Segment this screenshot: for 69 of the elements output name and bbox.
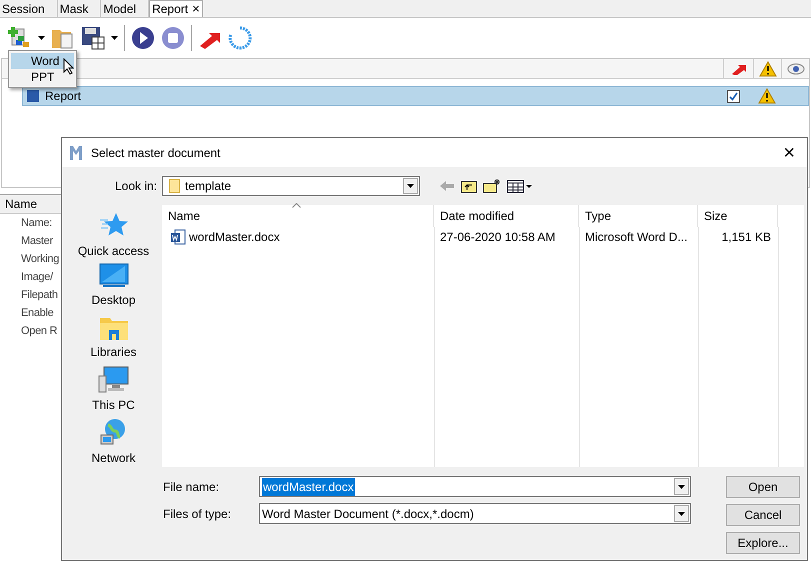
file-size: 1,151 KB	[720, 229, 772, 246]
place-item[interactable]: Quick access	[68, 212, 159, 262]
caret-icon	[678, 512, 685, 516]
tab[interactable]: Model	[101, 0, 150, 17]
app-icon	[70, 146, 82, 160]
menu-item[interactable]: PPT	[11, 69, 74, 85]
caret-icon	[678, 484, 685, 488]
property-label: Master	[20, 234, 54, 249]
file-date: 27-06-2020 10:58 AM	[439, 229, 556, 246]
check-icon	[729, 92, 738, 100]
arrow-icon	[730, 62, 746, 74]
caret-icon	[38, 36, 45, 40]
file-type-dropdown[interactable]: Word Master Document (*.docx,*.docm)	[259, 503, 691, 524]
view-menu-icon[interactable]	[507, 180, 533, 192]
new-folder-icon[interactable]	[483, 179, 501, 193]
stop-icon[interactable]	[161, 26, 185, 50]
place-item[interactable]: Desktop	[68, 263, 159, 312]
column-header: Name	[0, 195, 62, 214]
caret-icon	[111, 36, 118, 40]
close-button[interactable]: ×	[192, 0, 200, 19]
checkbox[interactable]	[727, 90, 740, 102]
folder-icon	[169, 179, 180, 193]
caret-icon	[407, 184, 414, 188]
close-button[interactable]: ×	[779, 142, 799, 162]
property-label: Filepath	[20, 288, 59, 303]
property-label: Name:	[20, 216, 53, 231]
tab[interactable]: Report ×	[149, 0, 203, 17]
file-type-label: Files of type:	[163, 506, 232, 522]
play-icon[interactable]	[131, 26, 155, 50]
dialog-title: Select master document	[91, 144, 220, 162]
dialog-button[interactable]: Explore...	[726, 532, 800, 554]
file-name-field[interactable]: wordMaster.docx	[259, 476, 691, 497]
file-name: wordMaster.docx	[189, 229, 280, 246]
tab[interactable]: Mask	[58, 0, 102, 17]
monitor-icon	[98, 263, 128, 290]
file-row[interactable]: wordMaster.docx 27-06-2020 10:58 AM Microsoft Word D... 1,151 KB	[162, 227, 804, 247]
look-in-dropdown[interactable]: template	[162, 176, 420, 196]
warning-icon	[758, 60, 776, 76]
cursor-icon	[63, 58, 75, 75]
dialog-button[interactable]: Cancel	[726, 504, 800, 526]
column-header[interactable]: Type	[579, 205, 698, 227]
word-document-icon	[170, 229, 186, 245]
property-label: Image/	[20, 270, 54, 285]
column-header[interactable]: Name	[162, 205, 434, 227]
column-header[interactable]: Date modified	[434, 205, 579, 227]
file-name-label: File name:	[163, 478, 220, 496]
file-type: Microsoft Word D...	[584, 229, 688, 246]
dialog-button[interactable]: Open	[726, 476, 800, 498]
place-item[interactable]: Libraries	[68, 314, 159, 364]
look-in-label: Look in:	[115, 178, 158, 195]
place-item[interactable]: This PC	[68, 366, 159, 415]
save-icon[interactable]	[81, 26, 105, 50]
refresh-icon[interactable]	[228, 26, 252, 50]
tab[interactable]: Session	[0, 0, 58, 17]
up-folder-icon[interactable]	[461, 179, 477, 193]
menu-item[interactable]: Word	[11, 53, 74, 69]
column-header[interactable]: Size	[698, 205, 778, 227]
computer-icon	[98, 366, 130, 394]
place-item[interactable]: Network	[68, 417, 159, 467]
sort-caret-icon	[292, 203, 301, 208]
property-label: Working	[20, 252, 60, 267]
warning-icon	[758, 88, 776, 104]
eye-icon	[786, 62, 804, 74]
document-icon	[26, 89, 40, 103]
tree-label: Report	[45, 88, 82, 105]
tree-row[interactable]: Report	[22, 86, 809, 106]
add-document-icon[interactable]	[8, 26, 32, 50]
property-label: Enable	[20, 306, 54, 321]
property-label: Open R	[20, 324, 58, 339]
